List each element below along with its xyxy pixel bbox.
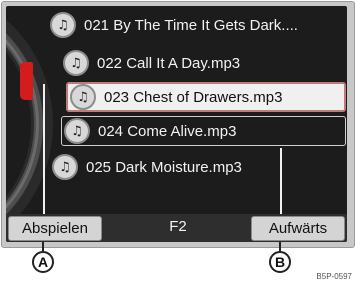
up-button[interactable]: Aufwärts (251, 216, 345, 241)
track-label: 021 By The Time It Gets Dark.... (84, 16, 298, 34)
track-item-selected[interactable]: ♫ 023 Chest of Drawers.mp3 (66, 82, 346, 112)
figure-code: B5P-0597 (316, 272, 352, 281)
music-note-icon: ♫ (50, 12, 76, 38)
callout-b: B (269, 251, 291, 273)
music-note-icon: ♫ (70, 84, 96, 110)
music-note-icon: ♫ (52, 154, 78, 180)
callout-b-leader (280, 148, 282, 214)
track-item[interactable]: ♫ 021 By The Time It Gets Dark.... (50, 10, 340, 40)
callout-a-leader (43, 84, 45, 214)
track-label: 025 Dark Moisture.mp3 (86, 158, 242, 176)
scroll-position-indicator[interactable] (20, 62, 33, 100)
track-label: 022 Call It A Day.mp3 (97, 54, 241, 72)
play-button[interactable]: Abspielen (8, 216, 102, 241)
music-note-icon: ♫ (64, 118, 90, 144)
music-note-icon: ♫ (63, 50, 89, 76)
media-screen: ♫ 021 By The Time It Gets Dark.... ♫ 022… (6, 6, 347, 242)
track-item[interactable]: ♫ 022 Call It A Day.mp3 (63, 48, 341, 78)
track-item[interactable]: ♫ 025 Dark Moisture.mp3 (52, 152, 342, 182)
function-label: F2 (169, 218, 187, 235)
track-item[interactable]: ♫ 024 Come Alive.mp3 (61, 116, 346, 146)
track-label: 023 Chest of Drawers.mp3 (104, 88, 283, 106)
track-label: 024 Come Alive.mp3 (98, 122, 237, 140)
callout-a: A (32, 251, 54, 273)
